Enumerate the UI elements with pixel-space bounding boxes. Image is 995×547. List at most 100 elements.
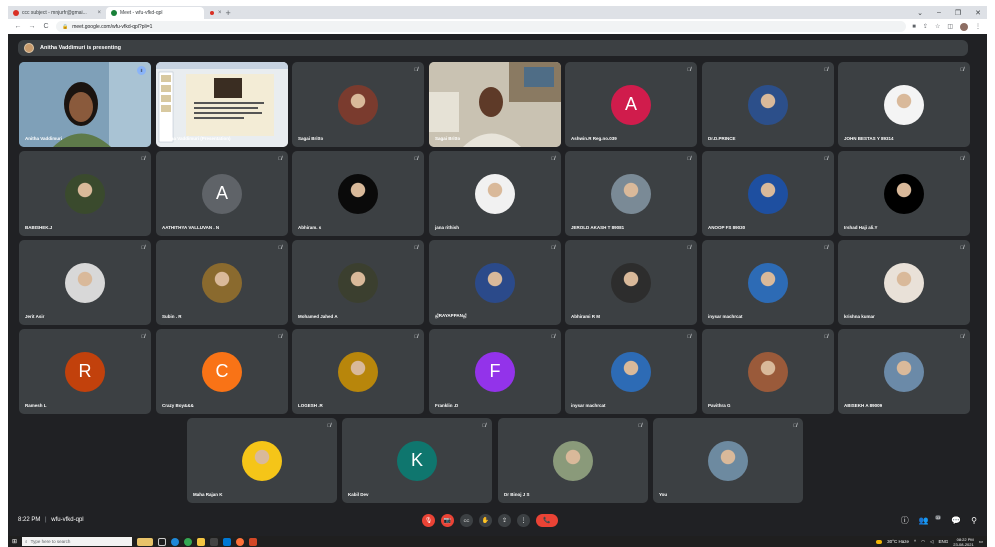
- call-controls: 🎙 📷 CC ✋ ⇪ ⋮ 📞: [422, 513, 558, 527]
- participant-tile[interactable]: ⦀ Anitha Vaddimuri: [19, 62, 151, 147]
- participant-tile[interactable]: A 🎙̸ AATHITHYA VALLUVAN . N: [156, 151, 288, 236]
- meeting-details-icon[interactable]: ⓘ: [901, 515, 909, 526]
- extensions-icon[interactable]: ◫: [947, 23, 953, 30]
- participant-photo: [338, 173, 378, 214]
- camera-toggle-button[interactable]: 📷: [441, 513, 454, 527]
- participant-tile[interactable]: 🎙̸ inysar machrcat: [565, 329, 697, 414]
- mic-off-icon: 🎙̸: [960, 245, 964, 251]
- participant-tile[interactable]: 🎙̸ ABISEKH A 89009: [838, 329, 970, 414]
- notifications-icon[interactable]: ▭: [979, 539, 983, 545]
- participant-tile[interactable]: K 🎙̸ Kabil Dev: [342, 418, 492, 503]
- participant-name: Abhirami R M: [571, 314, 601, 319]
- firefox-icon[interactable]: [236, 537, 245, 546]
- people-icon[interactable]: 👥: [919, 516, 929, 525]
- participant-tile[interactable]: 🎙̸ Irshad Haji ali.Y: [838, 151, 970, 236]
- new-tab-button[interactable]: +: [226, 8, 231, 18]
- start-button[interactable]: ⊞: [12, 538, 17, 545]
- participant-tile[interactable]: R 🎙̸ Ramesh L: [19, 329, 151, 414]
- volume-icon[interactable]: ◁: [930, 539, 933, 545]
- share-icon[interactable]: ⇪: [923, 23, 928, 30]
- taskbar-search[interactable]: ⌕ Type here to search: [22, 537, 133, 546]
- meeting-controls-bar: 8:22 PM | wfu-vfkd-qpl 🎙 📷 CC ✋ ⇪ ⋮ 📞 ⓘ …: [8, 508, 987, 532]
- presenting-text: Anitha Vaddimuri is presenting: [40, 45, 121, 51]
- present-button[interactable]: ⇪: [498, 513, 511, 527]
- meeting-info: 8:22 PM | wfu-vfkd-qpl: [18, 517, 84, 523]
- address-bar[interactable]: 🔒 meet.google.com/wfu-vfkd-qpl?pli=1: [56, 21, 907, 32]
- forward-button[interactable]: →: [28, 23, 36, 30]
- participant-tile[interactable]: 🎙̸ ஜீRAYAPPANஜீ: [429, 240, 561, 325]
- profile-avatar[interactable]: [960, 22, 968, 31]
- participant-tile[interactable]: 🎙̸ Dr.D.PRINCE: [702, 62, 834, 147]
- back-button[interactable]: ←: [14, 23, 22, 30]
- participant-tile[interactable]: Sagai Britto: [429, 62, 561, 147]
- participant-tile[interactable]: 🎙̸ ANOOP FS 89030: [702, 151, 834, 236]
- edge-icon[interactable]: [171, 537, 180, 546]
- mic-toggle-button[interactable]: 🎙: [422, 513, 435, 527]
- lock-icon[interactable]: 🔒: [62, 24, 68, 30]
- participant-tile[interactable]: 🎙̸ Dr Binoj J S: [498, 418, 648, 503]
- powerpoint-icon[interactable]: [249, 537, 258, 546]
- chat-icon[interactable]: 💬: [951, 516, 961, 525]
- mic-off-icon: 🎙̸: [687, 334, 691, 340]
- language-indicator[interactable]: ENG: [939, 539, 949, 544]
- participant-tile[interactable]: 🎙̸ Jerit Asir: [19, 240, 151, 325]
- search-icon: ⌕: [25, 539, 28, 544]
- raise-hand-button[interactable]: ✋: [479, 513, 492, 527]
- participant-photo: [65, 173, 105, 214]
- tab-close-icon[interactable]: ×: [97, 10, 101, 16]
- bookmark-star-icon[interactable]: ☆: [935, 23, 940, 30]
- camera-in-use-icon[interactable]: ■: [912, 24, 916, 30]
- participant-tile[interactable]: 🎙̸ Subin . R: [156, 240, 288, 325]
- tray-chevron-icon[interactable]: ^: [914, 539, 916, 544]
- file-explorer-icon[interactable]: [197, 537, 206, 546]
- participant-tile[interactable]: 🎙̸ LOGESH .R: [292, 329, 424, 414]
- participant-tile[interactable]: 🎙̸ jana rithish: [429, 151, 561, 236]
- participant-tile[interactable]: 🎙̸ inysar machrcat: [702, 240, 834, 325]
- participant-tile[interactable]: 🎙̸ Mohamed Jahed A: [292, 240, 424, 325]
- participant-tile[interactable]: 🎙̸ Maha Rajan K: [187, 418, 337, 503]
- participant-name: Dr Binoj J S: [504, 492, 530, 497]
- activities-icon[interactable]: ⚲: [971, 516, 977, 525]
- participant-tile[interactable]: A 🎙̸ Ashwin.R Reg.no.039: [565, 62, 697, 147]
- close-window-button[interactable]: ✕: [975, 9, 981, 17]
- browser-menu-icon[interactable]: ⋮: [975, 23, 981, 30]
- network-icon[interactable]: ◠: [921, 539, 925, 545]
- participant-tile[interactable]: 🎙̸ JEROLD AKASH T 89081: [565, 151, 697, 236]
- mail-icon[interactable]: [223, 537, 232, 546]
- participant-tile[interactable]: 🎙̸ Pavithra G: [702, 329, 834, 414]
- participant-tile[interactable]: F 🎙̸ Franklin .D: [429, 329, 561, 414]
- participant-tile[interactable]: 🎙̸ Sagai Britto: [292, 62, 424, 147]
- participant-name: Sagai Britto: [435, 136, 461, 141]
- participant-name: Sagai Britto: [298, 136, 324, 141]
- weather-text[interactable]: 30°C Haze: [887, 539, 909, 544]
- store-icon[interactable]: [210, 537, 219, 546]
- mic-off-icon: 🎙̸: [414, 67, 418, 73]
- mic-off-icon: 🎙̸: [414, 245, 418, 251]
- captions-button[interactable]: CC: [460, 513, 473, 527]
- reload-button[interactable]: C: [42, 23, 50, 30]
- minimize-button[interactable]: –: [937, 9, 941, 16]
- participant-tile[interactable]: 🎙̸ BABISHEK.J: [19, 151, 151, 236]
- task-view-icon[interactable]: [158, 537, 167, 546]
- participant-name: jana rithish: [435, 225, 460, 230]
- participant-tile[interactable]: 🎙̸ krishna kumar: [838, 240, 970, 325]
- participant-tile[interactable]: C 🎙̸ Crazy Boy&&&: [156, 329, 288, 414]
- participant-tile[interactable]: Anitha Vaddimuri (Presentation): [156, 62, 288, 147]
- mic-off-icon: 🎙̸: [824, 67, 828, 73]
- cortana-icon[interactable]: [137, 537, 154, 546]
- participant-name: Irshad Haji ali.Y: [844, 225, 878, 230]
- tab-search-icon[interactable]: ⌄: [917, 9, 923, 17]
- participant-tile[interactable]: 🎙̸ You: [653, 418, 803, 503]
- chrome-icon[interactable]: [184, 537, 193, 546]
- maximize-button[interactable]: ❐: [955, 9, 961, 17]
- tab-close-icon[interactable]: ×: [218, 10, 222, 16]
- tab-meet[interactable]: Meet - wfu-vfkd-qpl: [106, 7, 204, 19]
- participant-photo: [708, 440, 748, 481]
- participant-tile[interactable]: 🎙̸ JOHN BESTAS Y 89314: [838, 62, 970, 147]
- participant-tile[interactable]: 🎙̸ Abhiram. s: [292, 151, 424, 236]
- tab-gmail[interactable]: ccc subject - mnjurfr@gmai... ×: [8, 7, 106, 19]
- leave-call-button[interactable]: 📞: [536, 513, 558, 527]
- participant-tile[interactable]: 🎙̸ Abhirami R M: [565, 240, 697, 325]
- more-options-button[interactable]: ⋮: [517, 513, 530, 527]
- clock[interactable]: 08:22 PM 23-08-2021: [953, 537, 973, 547]
